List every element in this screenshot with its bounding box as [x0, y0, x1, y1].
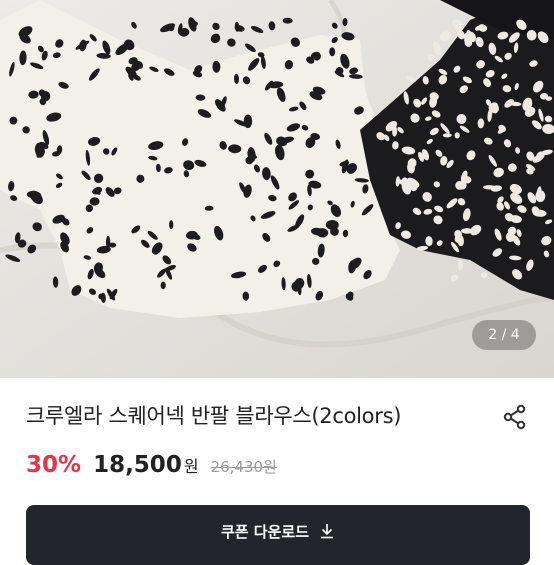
leopard-spot — [483, 185, 496, 190]
share-icon — [503, 404, 526, 430]
coupon-download-button[interactable]: 쿠폰 다운로드 — [26, 505, 530, 565]
price-unit: 원 — [183, 457, 199, 476]
coupon-label: 쿠폰 다운로드 — [220, 523, 310, 541]
share-button[interactable] — [500, 402, 530, 432]
image-pager: 2 / 4 — [472, 320, 536, 350]
discount-rate: 30% — [26, 452, 82, 478]
product-photo — [0, 0, 554, 378]
price-row: 30% 18,500 원 26,430원 — [26, 452, 277, 486]
leopard-spot — [282, 17, 293, 24]
leopard-spot — [108, 242, 117, 248]
product-title: 크루엘라 스퀘어넥 반팔 블라우스(2colors) — [26, 404, 402, 428]
sale-price: 18,500 — [93, 452, 182, 478]
title-row: 크루엘라 스퀘어넥 반팔 블라우스(2colors) — [0, 378, 554, 448]
product-image[interactable]: 2 / 4 — [0, 0, 554, 378]
leopard-spot — [454, 132, 460, 139]
original-price: 26,430원 — [210, 458, 277, 476]
download-icon — [321, 524, 334, 539]
